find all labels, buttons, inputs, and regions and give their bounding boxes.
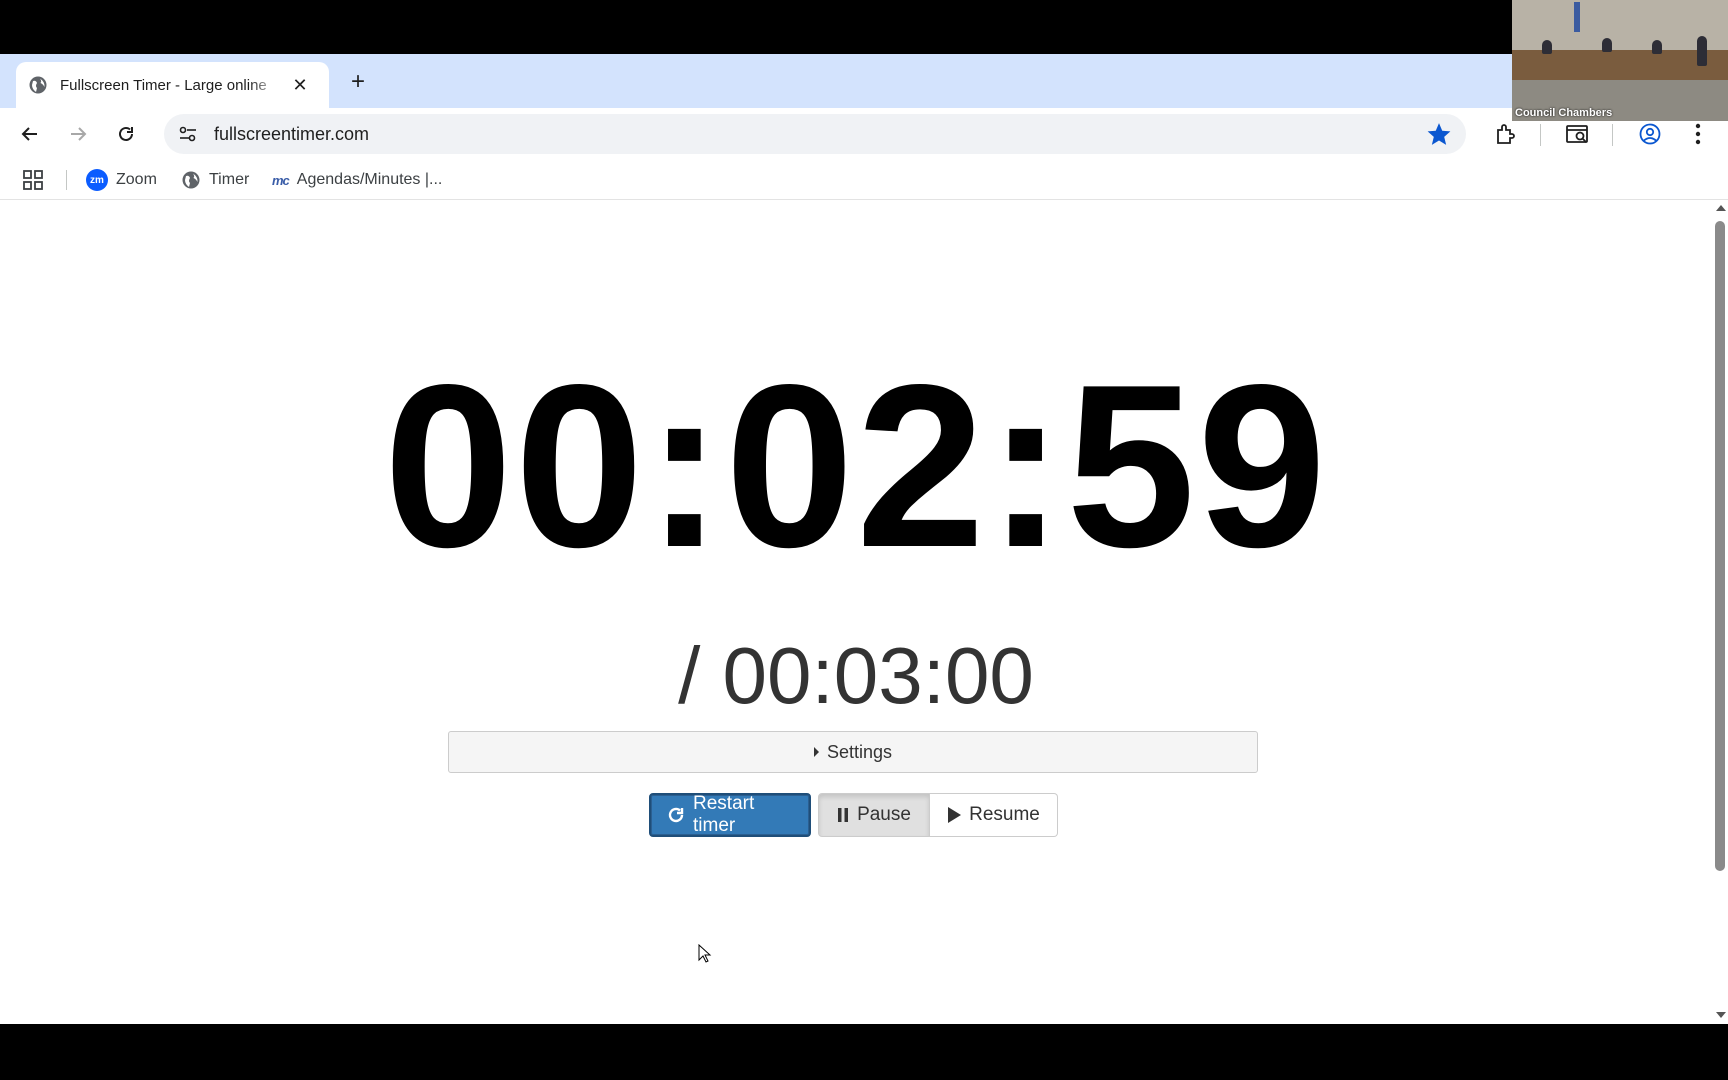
mouse-cursor-icon [698, 944, 712, 963]
person-figure [1697, 36, 1707, 66]
resume-label: Resume [969, 804, 1040, 825]
address-bar[interactable]: fullscreentimer.com [164, 114, 1466, 154]
pause-icon [837, 808, 849, 822]
browser-window: Fullscreen Timer - Large online ✕ + full… [0, 54, 1728, 1024]
settings-toggle[interactable]: Settings [448, 731, 1258, 773]
bookmark-label: Timer [209, 171, 250, 188]
restart-timer-button[interactable]: Restart timer [649, 793, 811, 837]
resume-button[interactable]: Resume [930, 793, 1058, 837]
video-caption: Council Chambers [1515, 107, 1613, 119]
refresh-icon [667, 806, 685, 824]
top-letterbox [0, 0, 1728, 54]
tab-search-icon[interactable] [1560, 116, 1596, 152]
toolbar: fullscreentimer.com [0, 108, 1728, 160]
person-figure [1602, 38, 1612, 52]
pause-label: Pause [857, 804, 911, 825]
toolbar-divider [1540, 124, 1541, 146]
play-icon [947, 807, 962, 823]
scroll-up-arrow-icon[interactable] [1716, 205, 1726, 211]
person-figure [1542, 40, 1552, 54]
restart-label: Restart timer [693, 793, 755, 836]
reload-button[interactable] [108, 116, 144, 152]
mc-icon: mc [272, 172, 290, 188]
bottom-letterbox [0, 1024, 1728, 1080]
toolbar-divider [1612, 124, 1613, 146]
arrow-left-icon [21, 127, 37, 141]
site-info-icon[interactable] [170, 116, 206, 152]
bookmark-star-icon[interactable] [1426, 121, 1452, 147]
tab-active[interactable]: Fullscreen Timer - Large online ✕ [16, 62, 329, 108]
bookmark-zoom[interactable]: zm Zoom [86, 168, 157, 192]
close-icon[interactable]: ✕ [288, 73, 312, 97]
caret-right-icon [813, 747, 819, 757]
bookmark-label: Agendas/Minutes |... [296, 171, 443, 188]
scrollbar[interactable] [1712, 201, 1728, 1024]
scroll-thumb[interactable] [1715, 221, 1725, 871]
url-text: fullscreentimer.com [214, 123, 370, 144]
arrow-right-icon [71, 127, 87, 141]
forward-button[interactable] [60, 116, 96, 152]
menu-kebab-icon[interactable] [1680, 116, 1716, 152]
globe-icon [182, 171, 200, 189]
new-tab-button[interactable]: + [344, 68, 372, 96]
bookmark-label: Zoom [116, 171, 157, 188]
page-content: 00:02:59 / 00:03:00 Settings Restart tim… [0, 201, 1712, 1024]
apps-grid-icon[interactable] [22, 169, 44, 191]
timer-total: / 00:03:00 [678, 631, 1034, 720]
tab-title: Fullscreen Timer - Large online [60, 76, 267, 94]
reload-icon [119, 126, 133, 141]
back-button[interactable] [12, 116, 48, 152]
person-figure [1652, 40, 1662, 54]
bookmarks-divider [66, 170, 67, 190]
zoom-icon: zm [86, 169, 108, 191]
scroll-down-arrow-icon[interactable] [1716, 1012, 1726, 1018]
video-overlay: Council Chambers [1512, 0, 1728, 121]
settings-label: Settings [826, 741, 893, 762]
video-desk [1512, 50, 1728, 80]
bookmark-timer[interactable]: Timer [181, 168, 249, 192]
timer-controls: Restart timer Pause Resume [649, 793, 1058, 837]
globe-icon [29, 76, 47, 94]
extensions-icon[interactable] [1488, 116, 1524, 152]
bookmark-agendas[interactable]: mc Agendas/Minutes |... [272, 168, 442, 192]
bookmarks-bar: zm Zoom Timer mc Agendas/Minutes |... [0, 160, 1728, 200]
pause-button[interactable]: Pause [818, 793, 930, 837]
profile-icon[interactable] [1632, 116, 1668, 152]
tab-strip: Fullscreen Timer - Large online ✕ + [0, 54, 1728, 108]
timer-current: 00:02:59 [383, 337, 1329, 596]
flag-icon [1574, 2, 1580, 32]
